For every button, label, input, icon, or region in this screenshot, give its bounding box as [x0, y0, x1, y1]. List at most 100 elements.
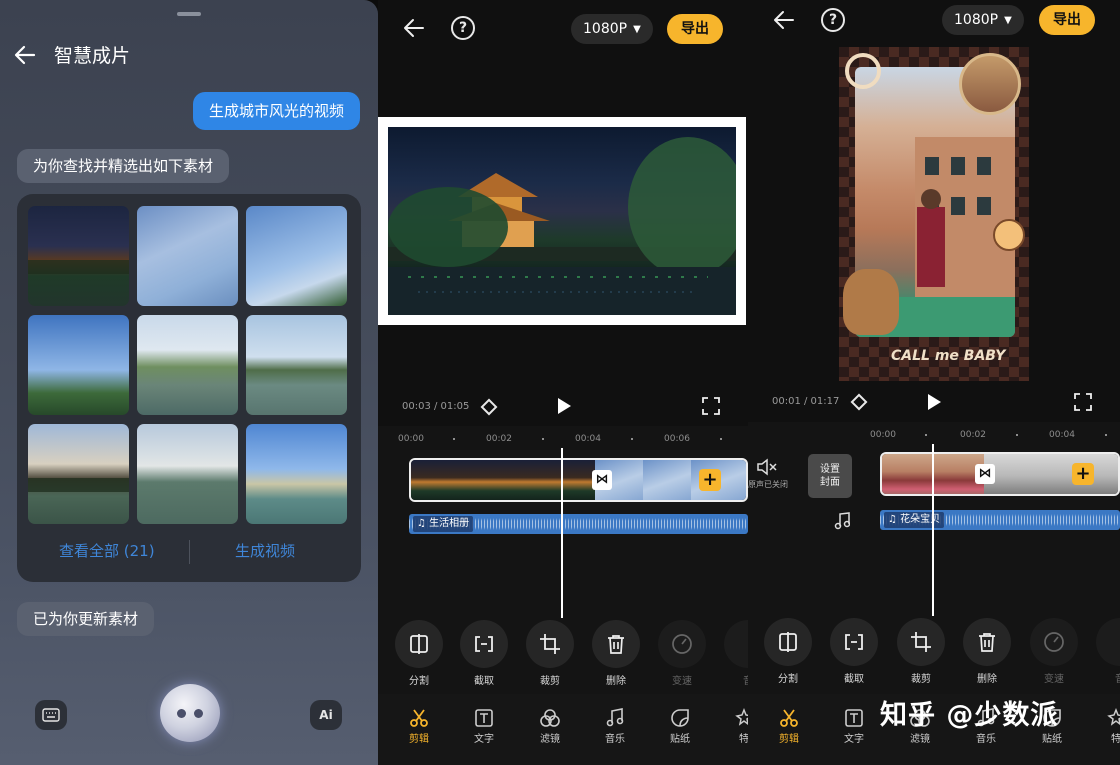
bottom-tab-bar: 剪辑 文字 滤镜 音乐 贴纸 特 — [378, 694, 748, 765]
tab-effects[interactable]: 特 — [724, 706, 748, 746]
view-all-link[interactable]: 查看全部 (21) — [59, 539, 155, 563]
resolution-value: 1080P — [583, 21, 628, 37]
crop-tool[interactable]: 裁剪 — [526, 620, 574, 688]
audio-tool[interactable]: 音 — [1096, 618, 1120, 686]
resolution-selector[interactable]: 1080P ▼ — [942, 5, 1024, 35]
smiley-sticker-icon[interactable] — [993, 219, 1025, 251]
material-thumbnail[interactable] — [28, 315, 129, 415]
trim-tool[interactable]: 截取 — [830, 618, 878, 686]
tab-label: 滤镜 — [540, 734, 560, 745]
tab-text[interactable]: 文字 — [834, 706, 874, 746]
teddy-bear-sticker-icon[interactable] — [843, 269, 899, 335]
ruler-tick: 00:04 — [1049, 430, 1075, 440]
transition-icon[interactable]: ⋈ — [592, 470, 612, 490]
speed-tool[interactable]: 变速 — [1030, 618, 1078, 686]
fullscreen-icon[interactable] — [1074, 393, 1092, 411]
material-thumbnail[interactable] — [246, 315, 347, 415]
video-preview-frame[interactable]: CALL me BABY — [839, 47, 1029, 381]
add-clip-button[interactable]: + — [1072, 463, 1094, 485]
video-preview-frame[interactable] — [378, 117, 746, 325]
user-message-bubble: 生成城市风光的视频 — [192, 92, 360, 130]
tool-label: 删除 — [606, 676, 626, 687]
audio-track-label: ♫ 生活相册 — [413, 516, 474, 532]
speed-tool[interactable]: 变速 — [658, 620, 706, 688]
tab-text[interactable]: 文字 — [464, 706, 504, 746]
mute-label: 原声已关闭 — [748, 480, 788, 489]
voice-assistant-button[interactable] — [160, 684, 220, 742]
trim-tool[interactable]: 截取 — [460, 620, 508, 688]
material-thumbnail[interactable] — [137, 206, 238, 306]
tab-music[interactable]: 音乐 — [595, 706, 635, 746]
add-clip-button[interactable]: + — [699, 469, 721, 491]
divider — [189, 540, 190, 564]
caret-down-icon: ▼ — [633, 24, 641, 35]
sticker-circle-photo[interactable] — [959, 53, 1021, 115]
assistant-message-bubble: 已为你更新素材 — [17, 602, 155, 636]
tab-label: 文字 — [844, 734, 864, 745]
assistant-message-bubble: 为你查找并精选出如下素材 — [17, 149, 230, 183]
split-tool[interactable]: 分割 — [764, 618, 812, 686]
generate-video-link[interactable]: 生成视频 — [235, 539, 295, 563]
clip-frame — [411, 460, 457, 500]
clip-frame — [549, 460, 595, 500]
delete-tool[interactable]: 删除 — [963, 618, 1011, 686]
playhead[interactable] — [561, 448, 563, 618]
keyframe-icon[interactable] — [480, 398, 498, 416]
resolution-selector[interactable]: 1080P ▼ — [571, 14, 653, 44]
audio-track[interactable]: ♫ 生活相册 — [409, 514, 748, 534]
video-clip-track[interactable] — [409, 458, 748, 502]
clip-frame — [457, 460, 503, 500]
play-button[interactable] — [558, 398, 571, 414]
clip-frame — [503, 460, 549, 500]
material-thumbnail[interactable] — [246, 206, 347, 306]
delete-tool[interactable]: 删除 — [592, 620, 640, 688]
drag-handle[interactable] — [177, 12, 201, 16]
crop-tool[interactable]: 裁剪 — [897, 618, 945, 686]
speaker-mute-icon — [757, 458, 777, 476]
set-cover-button[interactable]: 设置 封面 — [808, 454, 852, 498]
material-thumbnail[interactable] — [137, 424, 238, 524]
material-thumbnail[interactable] — [28, 206, 129, 306]
tool-label: 音 — [724, 676, 748, 688]
tab-label: 贴纸 — [670, 734, 690, 745]
audio-track[interactable]: ♫ 花朵宝贝 — [880, 510, 1120, 530]
split-tool[interactable]: 分割 — [395, 620, 443, 688]
tab-effects[interactable]: 特 — [1096, 706, 1120, 746]
tool-label: 删除 — [977, 674, 997, 685]
material-thumbnail[interactable] — [137, 315, 238, 415]
material-thumbnail[interactable] — [246, 424, 347, 524]
tab-sticker[interactable]: 贴纸 — [660, 706, 700, 746]
tab-label: 贴纸 — [1042, 734, 1062, 745]
keyframe-icon[interactable] — [850, 393, 868, 411]
tab-edit[interactable]: 剪辑 — [399, 706, 439, 746]
ai-icon[interactable]: Ai — [310, 700, 342, 730]
music-note-icon[interactable] — [834, 512, 850, 530]
audio-tool[interactable]: 音 — [724, 620, 748, 688]
heart-sticker-icon[interactable] — [845, 53, 881, 89]
tool-label: 分割 — [778, 674, 798, 685]
export-button[interactable]: 导出 — [667, 14, 723, 44]
help-icon[interactable]: ? — [451, 16, 475, 40]
back-arrow-icon[interactable] — [772, 8, 796, 32]
play-button[interactable] — [928, 394, 941, 410]
resolution-value: 1080P — [954, 12, 999, 28]
tab-label: 特 — [739, 734, 748, 745]
help-icon[interactable]: ? — [821, 8, 845, 32]
call-me-baby-sticker[interactable]: CALL me BABY — [891, 347, 1005, 365]
transition-icon[interactable]: ⋈ — [975, 464, 995, 484]
video-editor-left: ? 1080P ▼ 导出 00:03 / 01:05 00:00 00:02 0… — [378, 0, 748, 765]
tab-label: 滤镜 — [910, 734, 930, 745]
mute-original-sound[interactable]: 原声已关闭 — [748, 458, 788, 490]
ruler-tick: 00:00 — [870, 430, 896, 440]
back-arrow-icon[interactable] — [12, 42, 38, 68]
fullscreen-icon[interactable] — [702, 397, 720, 415]
tab-edit[interactable]: 剪辑 — [769, 706, 809, 746]
keyboard-icon[interactable] — [35, 700, 67, 730]
back-arrow-icon[interactable] — [402, 16, 426, 40]
export-button[interactable]: 导出 — [1039, 5, 1095, 35]
clip-frame — [1018, 454, 1052, 494]
playhead[interactable] — [932, 444, 934, 616]
tab-filter[interactable]: 滤镜 — [530, 706, 570, 746]
material-thumbnail[interactable] — [28, 424, 129, 524]
tool-label: 音 — [1096, 674, 1120, 686]
